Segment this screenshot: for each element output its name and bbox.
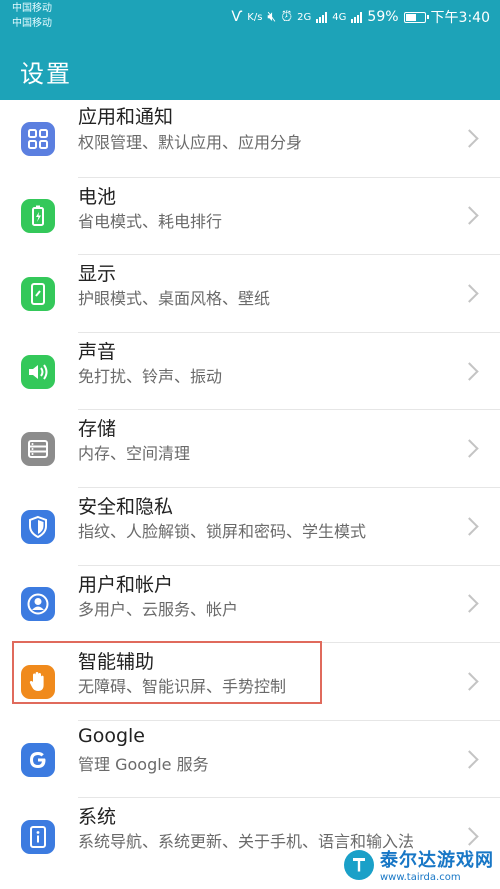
chevron-right-icon [460,594,479,614]
apps-grid-icon [21,121,55,156]
shield-icon [21,509,55,544]
user-icon [21,587,55,622]
chevron-right-icon [460,439,479,458]
network-speed: K/s [247,11,263,23]
settings-item-subtitle: 多用户、云服务、帐户 [78,599,239,619]
title-bar: 设置 [0,34,500,100]
google-icon [21,742,55,777]
settings-item-title: 应用和通知 [78,106,174,128]
battery-status-icon [403,11,429,23]
settings-item-subtitle: 护眼模式、桌面风格、壁纸 [78,289,271,309]
settings-item-display[interactable]: 显示 护眼模式、桌面风格、壁纸 [0,255,500,333]
mute-icon: 🔇︎ [267,9,277,25]
highlight-box [12,641,322,704]
chevron-right-icon [460,206,479,226]
settings-item-users[interactable]: 用户和帐户 多用户、云服务、帐户 [0,566,500,644]
settings-item-google[interactable]: Google 管理 Google 服务 [0,721,500,799]
chevron-right-icon [460,361,479,381]
settings-item-title: 电池 [78,185,117,208]
settings-item-subtitle: 免打扰、铃声、振动 [78,366,223,386]
settings-item-subtitle: 内存、空间清理 [78,444,191,464]
settings-item-sound[interactable]: 声音 免打扰、铃声、振动 [0,333,500,411]
chevron-right-icon [460,749,479,769]
page-title: 设置 [20,60,72,88]
settings-item-security[interactable]: 安全和隐私 指纹、人脸解锁、锁屏和密码、学生模式 [0,488,500,566]
alarm-icon: Ѵ [231,9,243,25]
settings-item-battery[interactable]: 电池 省电模式、耗电排行 [0,178,500,256]
clock-icon: ⏰︎ [281,9,293,25]
settings-item-subtitle: 省电模式、耗电排行 [78,211,223,231]
settings-item-title: 用户和帐户 [78,573,174,596]
display-icon [21,276,55,311]
network-type-2: 4G [332,11,347,23]
status-bar: 中国移动 中国移动 Ѵ K/s 🔇︎ ⏰︎ 2G 4G 59% 下午3:40 [0,0,500,34]
signal-icon [316,11,328,23]
settings-item-title: 安全和隐私 [78,495,174,518]
settings-item-subtitle: 指纹、人脸解锁、锁屏和密码、学生模式 [78,521,367,541]
signal-icon-2 [351,11,363,23]
chevron-right-icon [460,827,479,846]
settings-item-title: 显示 [78,263,117,286]
settings-item-title: 系统 [78,806,117,829]
settings-item-title: 存储 [78,418,117,441]
chevron-right-icon [460,284,479,303]
settings-item-title: 声音 [78,340,117,363]
watermark-url: www.tairda.com [380,872,461,883]
settings-list: 应用和通知 权限管理、默认应用、应用分身 电池 省电模式、耗电排行 显示 护眼模… [0,100,500,876]
watermark: 泰尔达游戏网 www.tairda.com [344,846,494,883]
settings-item-title: Google [78,724,146,747]
chevron-right-icon [460,129,479,148]
chevron-right-icon [460,672,479,691]
system-info-icon [21,820,55,855]
settings-item-subtitle: 权限管理、默认应用、应用分身 [78,133,303,152]
settings-item-storage[interactable]: 存储 内存、空间清理 [0,410,500,488]
carrier-label-2: 中国移动 [12,18,52,29]
status-time: 下午3:40 [430,10,490,26]
battery-percent: 59% [367,9,399,25]
network-type-1: 2G [297,11,312,23]
storage-icon [21,432,55,467]
chevron-right-icon [460,517,479,536]
watermark-logo-icon [344,849,374,880]
settings-item-subtitle: 管理 Google 服务 [78,754,209,774]
sound-icon [21,354,55,389]
carrier-label-1: 中国移动 [12,3,52,14]
watermark-name: 泰尔达游戏网 [380,850,494,871]
settings-item-apps[interactable]: 应用和通知 权限管理、默认应用、应用分身 [0,100,500,178]
status-icons: Ѵ K/s 🔇︎ ⏰︎ 2G 4G 59% 下午3:40 [231,6,490,28]
battery-icon [21,199,55,234]
